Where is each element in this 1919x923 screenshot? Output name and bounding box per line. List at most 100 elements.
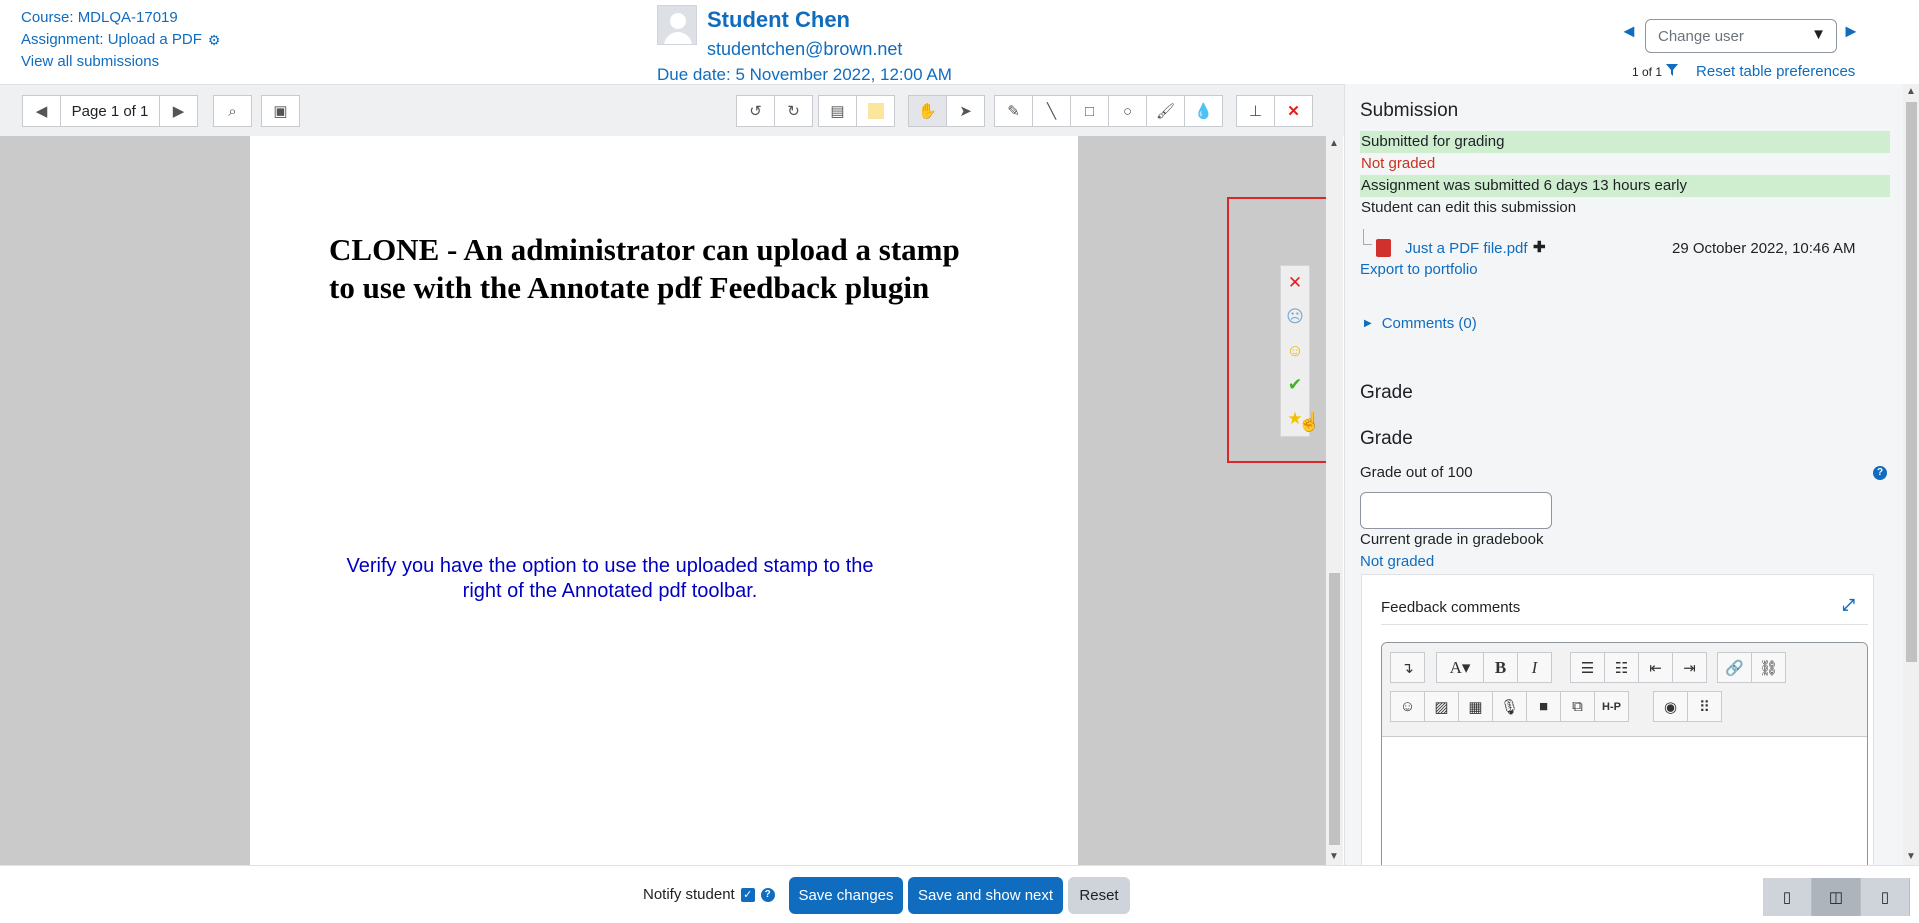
assignment-link[interactable]: Assignment: Upload a PDF: [21, 29, 202, 51]
toolbar-toggle-button[interactable]: ↴: [1390, 652, 1425, 683]
format-group: A▾ B I: [1436, 652, 1552, 683]
feedback-comments-label: Feedback comments: [1381, 599, 1521, 616]
record-video-button[interactable]: ■: [1526, 691, 1561, 722]
scroll-down-icon[interactable]: ▼: [1329, 851, 1339, 862]
paragraph-style-button[interactable]: A▾: [1436, 652, 1484, 683]
next-user-icon[interactable]: ►: [1842, 21, 1860, 42]
reset-button[interactable]: Reset: [1068, 877, 1130, 914]
ordered-list-button[interactable]: ☷: [1604, 652, 1639, 683]
bold-button[interactable]: B: [1483, 652, 1518, 683]
annotation-color-button[interactable]: 💧: [1184, 95, 1223, 127]
student-email-link[interactable]: studentchen@brown.net: [707, 39, 902, 60]
page-selector[interactable]: Page 1 of 1: [60, 95, 160, 127]
next-page-button[interactable]: ▶: [159, 95, 198, 127]
font-icon: A▾: [1449, 657, 1471, 677]
previous-user-icon[interactable]: ◄: [1620, 21, 1638, 42]
filter-icon[interactable]: [1666, 64, 1679, 79]
panel-left-icon: ▯: [1782, 889, 1792, 906]
link-button[interactable]: 🔗: [1717, 652, 1752, 683]
expand-icon[interactable]: ⤢: [1842, 597, 1855, 615]
student-name-link[interactable]: Student Chen: [707, 7, 850, 33]
stamp-option-tick[interactable]: ✔: [1281, 368, 1309, 402]
help-icon[interactable]: ?: [1873, 466, 1887, 480]
rotate-right-button[interactable]: ↻: [774, 95, 813, 127]
expand-comments-button[interactable]: ▣: [261, 95, 300, 127]
pen-tool-button[interactable]: ✎: [994, 95, 1033, 127]
pan-tool-button[interactable]: ✋: [908, 95, 947, 127]
previous-page-button[interactable]: ◀: [22, 95, 61, 127]
line-tool-button[interactable]: ╲: [1032, 95, 1071, 127]
reset-table-preferences-link[interactable]: Reset table preferences: [1696, 63, 1855, 80]
panel-scrollbar[interactable]: ▲ ▼: [1903, 84, 1919, 865]
panel-scrollbar-thumb[interactable]: [1906, 102, 1917, 662]
image-button[interactable]: ▨: [1424, 691, 1459, 722]
h5p-button[interactable]: H-P: [1594, 691, 1629, 722]
current-grade-link[interactable]: Not graded: [1360, 553, 1434, 570]
pdf-page[interactable]: CLONE - An administrator can upload a st…: [250, 136, 1078, 865]
record-audio-button[interactable]: 🎙: [1492, 691, 1527, 722]
save-changes-button[interactable]: Save changes: [789, 877, 903, 914]
help-icon[interactable]: ?: [760, 887, 775, 902]
unlink-button[interactable]: ⛓: [1751, 652, 1786, 683]
emoji-button[interactable]: ☺: [1390, 691, 1425, 722]
unordered-list-button[interactable]: ☰: [1570, 652, 1605, 683]
rotate-left-button[interactable]: ↺: [736, 95, 775, 127]
accessibility-checker-button[interactable]: ◉: [1653, 691, 1688, 722]
media-button[interactable]: ▦: [1458, 691, 1493, 722]
change-user-select[interactable]: Change user ▼: [1645, 19, 1837, 53]
save-and-show-next-button[interactable]: Save and show next: [908, 877, 1063, 914]
highlighter-icon: 🖌: [1155, 103, 1176, 120]
comment-color-button[interactable]: [856, 95, 895, 127]
stamp-picker-button[interactable]: ✕: [1274, 95, 1313, 127]
scroll-up-icon[interactable]: ▲: [1906, 86, 1916, 97]
submitted-file-link[interactable]: Just a PDF file.pdf: [1405, 240, 1528, 257]
editor-content-area[interactable]: [1382, 737, 1867, 865]
screenreader-helper-button[interactable]: ⠿: [1687, 691, 1722, 722]
comments-toggle[interactable]: ▶ Comments (0): [1364, 315, 1477, 332]
notify-student-checkbox[interactable]: ✓: [740, 887, 755, 902]
drop-icon: 💧: [1194, 103, 1213, 120]
link-group: 🔗 ⛓: [1717, 652, 1786, 683]
viewer-scrollbar[interactable]: ▲ ▼: [1326, 136, 1343, 865]
gear-icon[interactable]: ⚙: [208, 29, 221, 51]
current-grade-label: Current grade in gradebook: [1360, 531, 1544, 548]
select-tool-button[interactable]: ➤: [946, 95, 985, 127]
layout-collapse-grade-button[interactable]: ▯: [1763, 878, 1812, 916]
layout-collapse-review-button[interactable]: ▯: [1861, 878, 1910, 916]
italic-icon: I: [1531, 657, 1538, 677]
grade-input[interactable]: [1360, 492, 1552, 529]
layout-default-button[interactable]: ◫: [1812, 878, 1861, 916]
stamp-option-cross[interactable]: ✕: [1281, 266, 1309, 300]
media-icon: ▦: [1468, 698, 1483, 716]
indent-button[interactable]: ⇥: [1672, 652, 1707, 683]
scroll-up-icon[interactable]: ▲: [1329, 138, 1339, 149]
comment-tool-button[interactable]: ▤: [818, 95, 857, 127]
stamp-option-smile[interactable]: ☺: [1281, 334, 1309, 368]
rotate-right-icon: ↻: [787, 103, 800, 120]
panel-right-icon: ▯: [1880, 889, 1890, 906]
oval-tool-button[interactable]: ○: [1108, 95, 1147, 127]
submission-heading: Submission: [1360, 100, 1459, 121]
export-portfolio-link[interactable]: Export to portfolio: [1360, 261, 1478, 278]
stamp-option-sad[interactable]: ☹: [1281, 300, 1309, 334]
outdent-button[interactable]: ⇤: [1638, 652, 1673, 683]
editor-toolbar: ↴ A▾ B I ☰ ☷ ⇤ ⇥ 🔗 ⛓ ☺ ▨ ▦ 🎙 ■ ⧉ H-P ◉ ⠿: [1382, 643, 1867, 737]
stamp-option-star[interactable]: ★ ☝: [1281, 402, 1320, 436]
sad-face-icon: ☹: [1286, 307, 1304, 326]
avatar[interactable]: [657, 5, 697, 45]
pan-select-group: ✋ ➤: [908, 95, 985, 127]
search-comments-button[interactable]: ⌕: [213, 95, 252, 127]
rectangle-tool-button[interactable]: □: [1070, 95, 1109, 127]
plus-icon[interactable]: ✚: [1533, 238, 1546, 256]
stamp-tool-button[interactable]: ⊥: [1236, 95, 1275, 127]
viewer-scrollbar-thumb[interactable]: [1329, 573, 1340, 845]
course-link[interactable]: Course: MDLQA-17019: [21, 7, 178, 29]
manage-files-button[interactable]: ⧉: [1560, 691, 1595, 722]
pdf-viewer[interactable]: CLONE - An administrator can upload a st…: [0, 136, 1343, 865]
scroll-down-icon[interactable]: ▼: [1906, 851, 1916, 862]
highlight-tool-button[interactable]: 🖌: [1146, 95, 1185, 127]
view-all-submissions-link[interactable]: View all submissions: [21, 51, 159, 73]
hand-cursor-icon: ☝: [1298, 412, 1321, 432]
italic-button[interactable]: I: [1517, 652, 1552, 683]
search-comments-icon: ⌕: [228, 102, 237, 120]
